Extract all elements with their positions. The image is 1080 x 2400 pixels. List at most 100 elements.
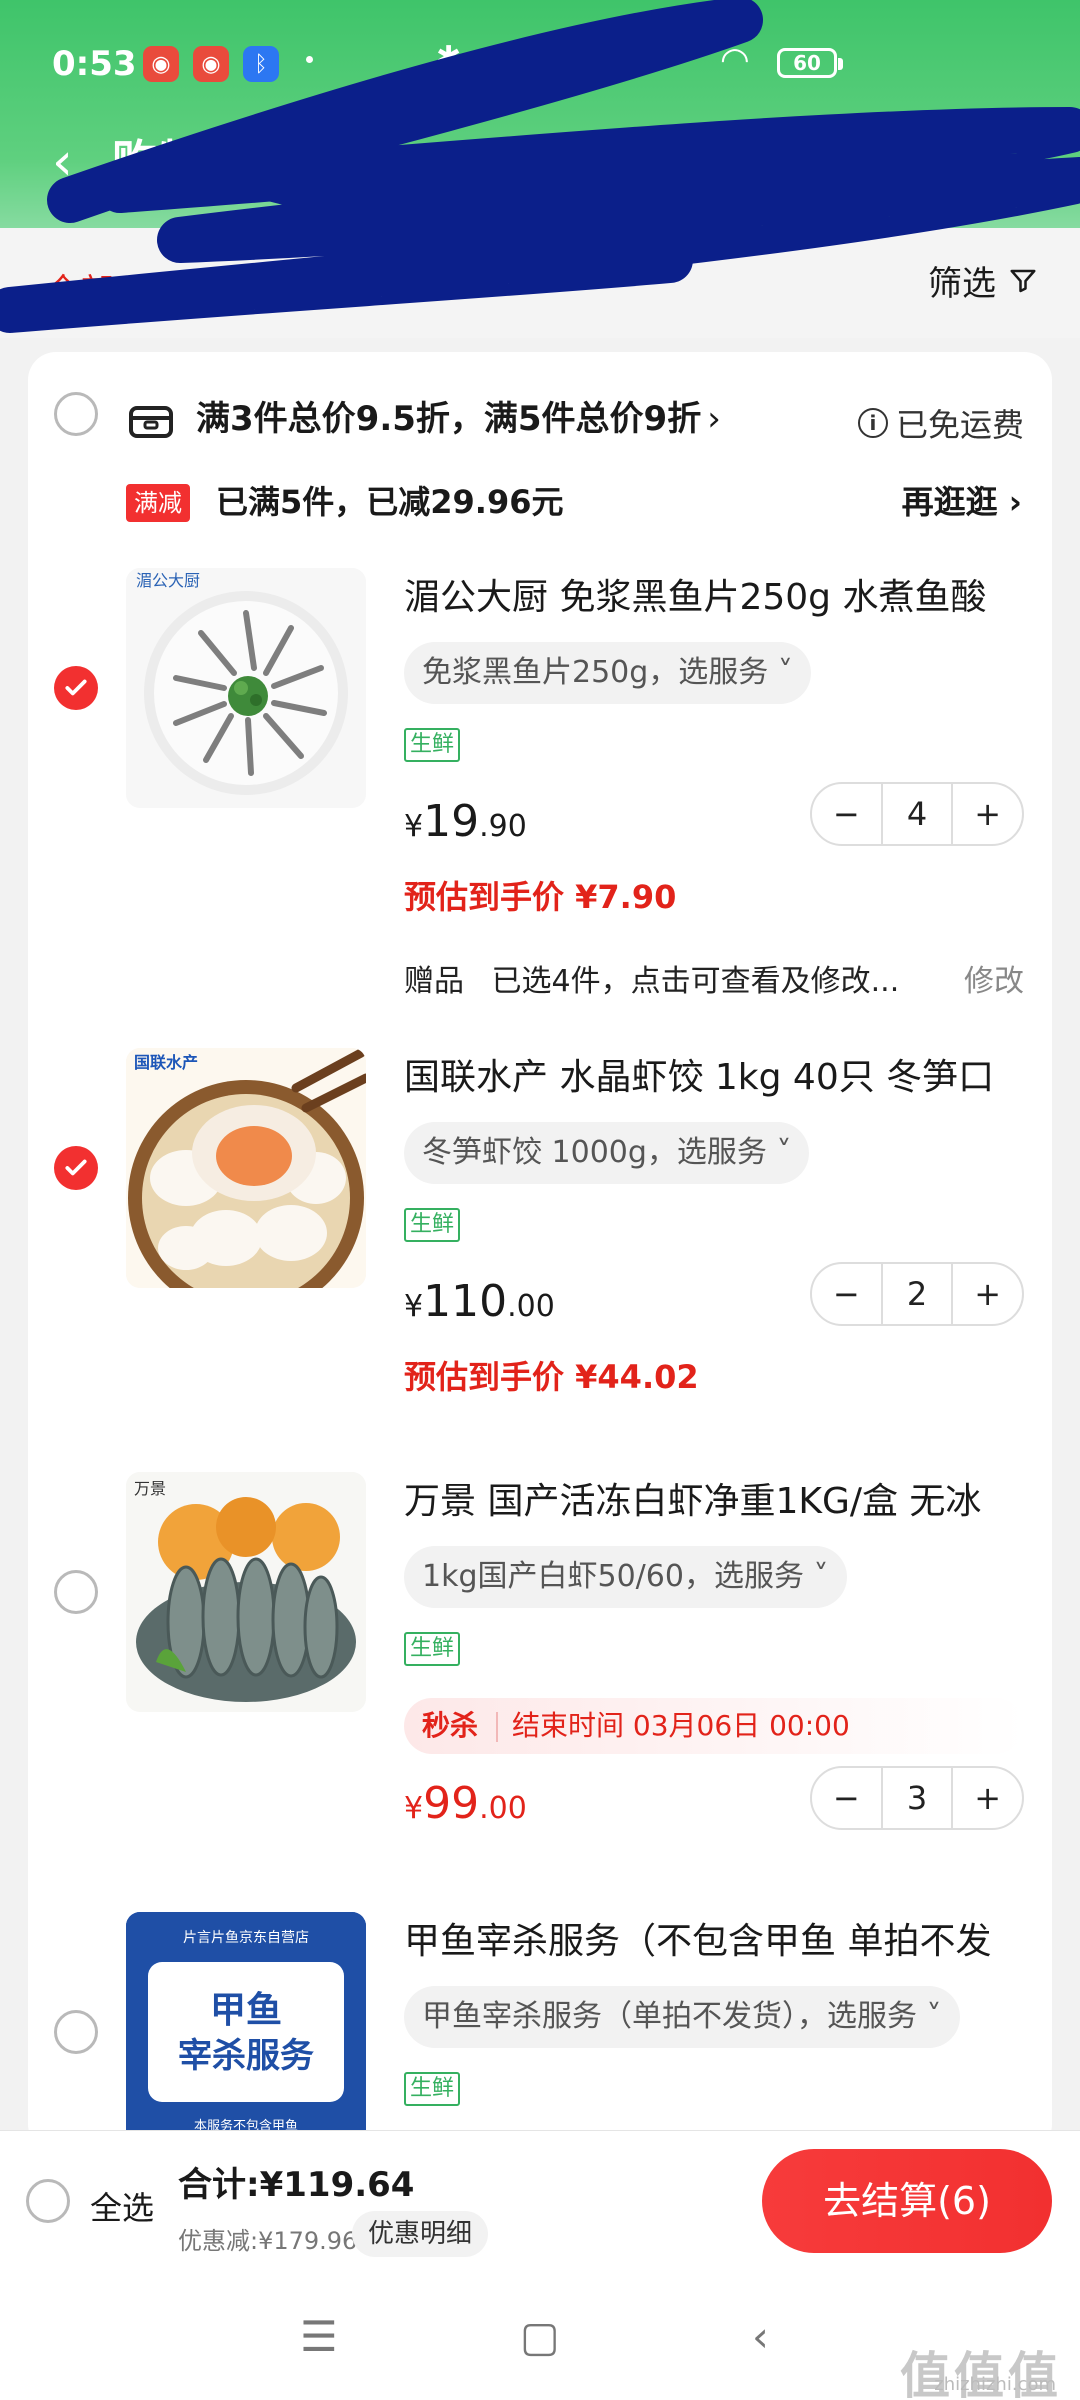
flash-sale-row: 秒杀 结束时间 03月06日 00:00 [404,1698,1024,1754]
info-icon: i [857,408,888,438]
increase-button[interactable]: + [953,1768,1022,1828]
brand-logo-text: 国联水产 [134,1053,198,1072]
header: 0:53 ◉ ◉ ᛒ ✱ ◠ 60 ‹ 购物车 编辑 [0,0,1080,228]
total-price: 合计:¥119.64 [178,2165,415,2205]
discount-amount: 优惠减:¥179.96 [178,2227,358,2255]
bluetooth-notification-icon: ᛒ [243,46,279,82]
filter-label: 筛选 [928,264,996,304]
flash-sale-end-time: 结束时间 03月06日 00:00 [512,1709,850,1742]
discount-row: 满减 已满5件，已减29.96元 再逛逛 › [28,478,1052,528]
cart-item: 湄公大厨 湄公大厨 免浆黑鱼片250g 水煮鱼酸 免浆黑鱼片250g，选服务 ˅… [28,568,1052,1000]
filter-row: 全部 筛选 [0,228,1080,338]
more-notifications-dot-icon [306,56,313,63]
status-time: 0:53 [52,44,137,84]
product-image[interactable]: 万景 [126,1472,366,1712]
brand-logo-text: 万景 [134,1479,166,1498]
product-title[interactable]: 湄公大厨 免浆黑鱼片250g 水煮鱼酸 [404,574,1044,622]
funnel-icon [1010,269,1036,292]
product-title[interactable]: 国联水产 水晶虾饺 1kg 40只 冬笋口 [404,1054,1044,1102]
product-image[interactable]: 国联水产 [126,1048,366,1288]
menu-icon[interactable]: ☰ [300,2312,338,2361]
home-icon[interactable]: ▢ [520,2312,560,2361]
flash-sale-badge: 秒杀 [422,1709,479,1742]
increase-button[interactable]: + [953,1264,1022,1324]
tab-all[interactable]: 全部 [46,264,114,313]
shipping-text: 已免运费 [895,406,1024,444]
check-icon [65,679,87,696]
white-shrimp-image: 万景 [126,1472,366,1712]
price-decimal: .00 [479,1791,527,1826]
turtle-service-image: 片言片鱼京东自营店 甲鱼 宰杀服务 本服务不包含甲鱼 [126,1912,366,2152]
page-title: 购物车 [112,135,250,189]
quantity-stepper: − 2 + [810,1262,1024,1326]
service-title-line2: 宰杀服务 [178,2036,314,2076]
select-all-label[interactable]: 全选 [90,2183,154,2229]
discount-detail-button[interactable]: 优惠明细 [352,2211,489,2257]
price-symbol: ¥ [404,1791,424,1826]
increase-button[interactable]: + [953,784,1022,844]
back-button[interactable]: ‹ [52,132,73,192]
fresh-tag: 生鲜 [404,1208,461,1242]
spec-selector[interactable]: 冬笋虾饺 1000g，选服务 ˅ [404,1122,810,1184]
product-title[interactable]: 万景 国产活冻白虾净重1KG/盒 无冰 [404,1478,1044,1526]
decrease-button[interactable]: − [812,1768,881,1828]
price-decimal: .00 [507,1289,555,1324]
shop-card: 满3件总价9.5折，满5件总价9折 › i 已免运费 满减 已满5件，已减29.9… [28,352,1052,2152]
chevron-right-icon: › [707,399,721,439]
item-select-radio[interactable] [54,2010,98,2054]
promo-link[interactable]: 满3件总价9.5折，满5件总价9折 › [196,396,721,442]
shop-select-radio[interactable] [54,392,98,436]
back-icon[interactable]: ‹ [752,2312,769,2361]
shrimp-dumplings-image: 国联水产 [126,1048,366,1288]
edit-button[interactable]: 编辑 [860,150,928,199]
item-select-radio[interactable] [54,666,98,710]
filter-button[interactable]: 筛选 [928,256,1038,305]
item-select-radio[interactable] [54,1146,98,1190]
music-app-notification-icon: ◉ [193,46,229,82]
battery-icon: 60 [777,48,843,78]
divider [496,1712,499,1742]
decrease-button[interactable]: − [812,784,881,844]
shipping-status[interactable]: i 已免运费 [857,400,1024,446]
estimated-price: 预估到手价 ¥7.90 [404,878,677,916]
cart-item: 片言片鱼京东自营店 甲鱼 宰杀服务 本服务不包含甲鱼 甲鱼宰杀服务（不包含甲鱼 … [28,1912,1052,2152]
gift-label: 赠品 [404,964,464,999]
decrease-button[interactable]: − [812,1264,881,1324]
product-price: ¥110.00 [404,1276,555,1327]
product-price: ¥19.90 [404,796,527,847]
product-image[interactable]: 片言片鱼京东自营店 甲鱼 宰杀服务 本服务不包含甲鱼 [126,1912,366,2152]
spec-selector[interactable]: 甲鱼宰杀服务（单拍不发货），选服务 ˅ [404,1986,960,2048]
select-all-radio[interactable] [26,2179,70,2223]
quantity-stepper: − 4 + [810,782,1024,846]
spec-selector[interactable]: 免浆黑鱼片250g，选服务 ˅ [404,642,811,704]
discount-text: 已满5件，已减29.96元 [216,483,564,521]
brand-logo-text: 湄公大厨 [136,571,200,590]
product-image[interactable]: 湄公大厨 [126,568,366,808]
check-icon [65,1159,87,1176]
fresh-tag: 生鲜 [404,2072,461,2106]
product-title[interactable]: 甲鱼宰杀服务（不包含甲鱼 单拍不发 [404,1918,1044,1966]
cart-item: 国联水产 国联水产 水晶虾饺 1kg 40只 冬笋口 冬笋虾饺 1000g，选服… [28,1048,1052,1428]
nav-bar: ‹ 购物车 编辑 [0,118,1080,208]
quantity-value[interactable]: 2 [880,1264,954,1324]
wifi-icon: ◠ [720,40,750,80]
gift-row[interactable]: 赠品 已选4件，点击可查看及修改... 修改 [404,956,1044,1000]
gift-modify-link[interactable]: 修改 [964,956,1024,1000]
status-bar: 0:53 ◉ ◉ ᛒ ✱ ◠ 60 [0,30,1080,100]
product-price: ¥99.00 [404,1778,527,1829]
item-select-radio[interactable] [54,1570,98,1614]
checkout-button[interactable]: 去结算(6) [762,2149,1052,2253]
price-integer: 110 [423,1276,508,1327]
continue-shopping-link[interactable]: 再逛逛 › [902,480,1022,524]
watermark-url: zhizhizhi.com [934,2374,1056,2395]
store-icon [129,406,173,438]
shop-promo-row: 满3件总价9.5折，满5件总价9折 › i 已免运费 [28,392,1052,452]
quantity-value[interactable]: 3 [880,1768,954,1828]
estimated-price: 预估到手价 ¥44.02 [404,1358,699,1396]
service-title-line1: 甲鱼 [210,1990,282,2031]
quantity-stepper: − 3 + [810,1766,1024,1830]
promo-text: 满3件总价9.5折，满5件总价9折 [196,399,702,439]
spec-selector[interactable]: 1kg国产白虾50/60，选服务 ˅ [404,1546,847,1608]
price-symbol: ¥ [404,809,424,844]
quantity-value[interactable]: 4 [880,784,954,844]
